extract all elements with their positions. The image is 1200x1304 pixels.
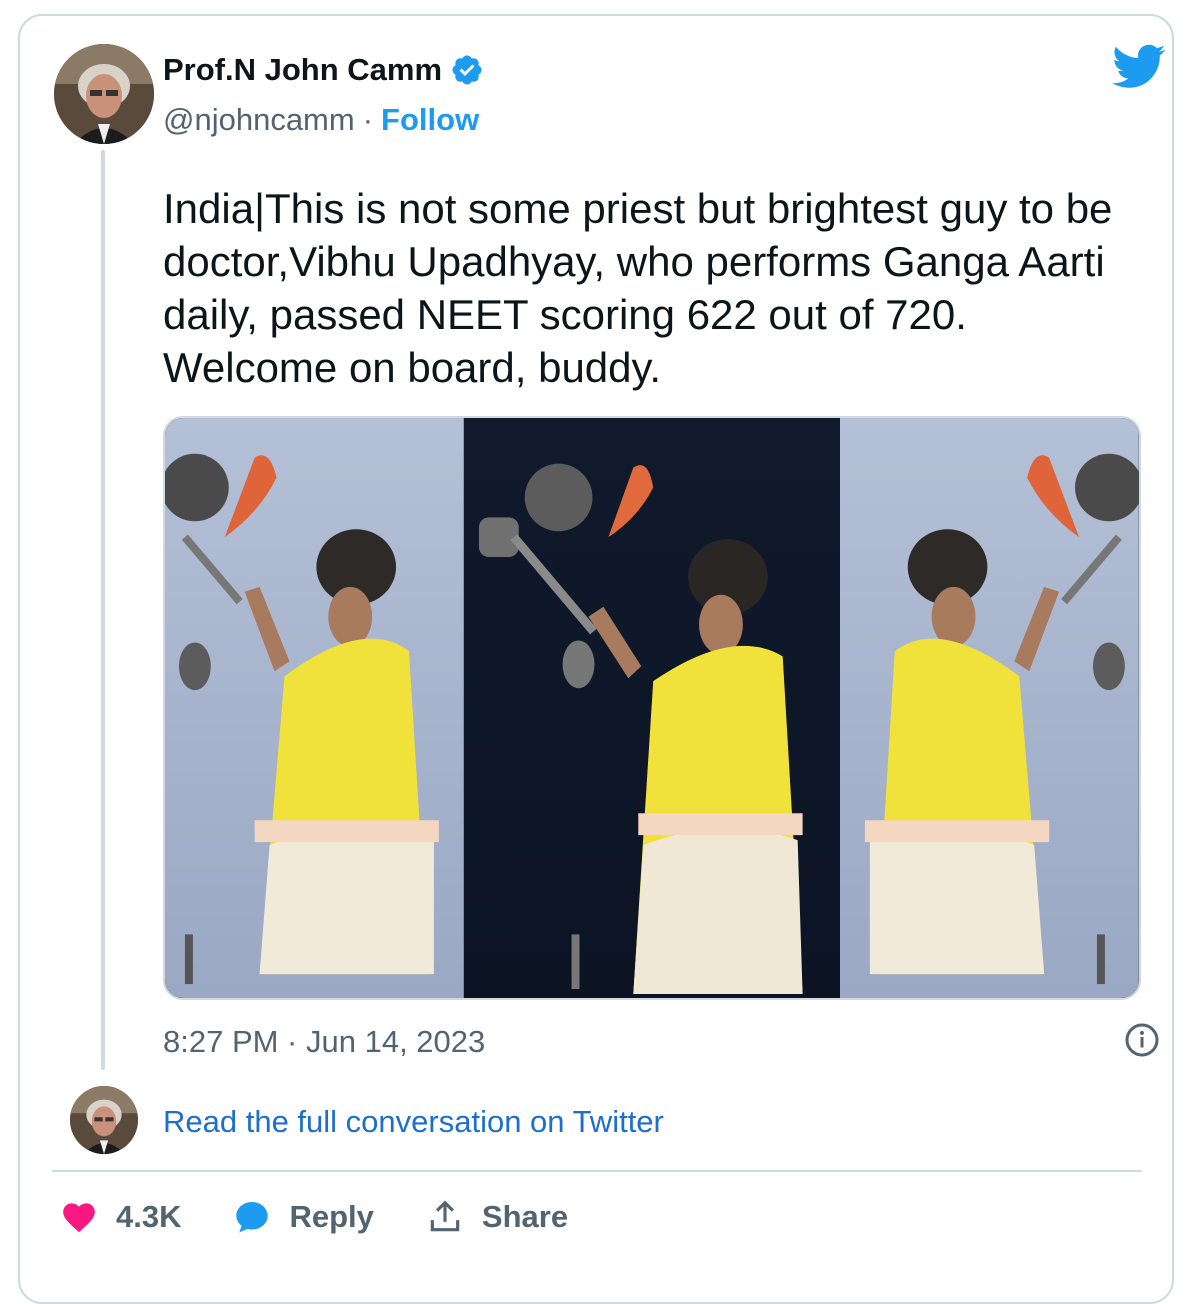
media-panel-right — [840, 418, 1139, 998]
handle-row: @njohncamm · Follow — [163, 102, 479, 138]
follow-button[interactable]: Follow — [381, 102, 479, 138]
read-full-conversation-link[interactable]: Read the full conversation on Twitter — [163, 1104, 664, 1140]
share-button[interactable]: Share — [426, 1198, 568, 1236]
media-panel-left — [165, 418, 464, 998]
author-row: Prof.N John Camm — [163, 52, 484, 88]
reply-bubble-icon — [236, 1201, 269, 1233]
separator-dot: · — [362, 102, 374, 137]
tweet-timestamp[interactable]: 8:27 PM · Jun 14, 2023 — [163, 1024, 485, 1060]
like-button[interactable]: 4.3K — [60, 1198, 181, 1236]
like-count: 4.3K — [116, 1199, 182, 1234]
tweet-text: India|This is not some priest but bright… — [163, 185, 1113, 391]
reply-button[interactable]: Reply — [233, 1198, 374, 1236]
share-icon — [430, 1200, 460, 1232]
divider — [52, 1170, 1142, 1172]
share-label: Share — [481, 1199, 569, 1234]
media-panel-center — [463, 418, 841, 998]
author-handle[interactable]: @njohncamm — [163, 102, 355, 138]
reply-avatar[interactable] — [70, 1086, 138, 1154]
tweet-media[interactable] — [163, 416, 1141, 1000]
author-name[interactable]: Prof.N John Camm — [163, 52, 442, 88]
thread-line — [101, 150, 105, 1070]
action-bar: 4.3K Reply Share — [60, 1198, 620, 1236]
twitter-bird-icon[interactable] — [1112, 44, 1166, 90]
reply-label: Reply — [289, 1199, 374, 1234]
author-avatar[interactable] — [54, 44, 154, 144]
verified-badge-icon — [450, 53, 484, 87]
info-icon[interactable] — [1124, 1022, 1160, 1058]
heart-icon — [63, 1203, 95, 1233]
